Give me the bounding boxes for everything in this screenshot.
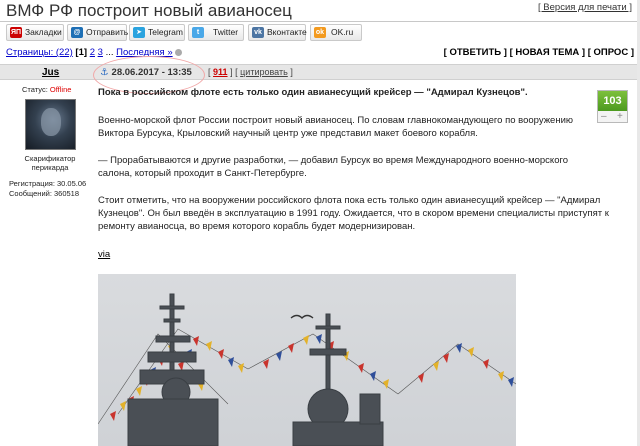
telegram-icon: ➤	[133, 27, 145, 38]
share-button-bookmarks[interactable]: ЯП Закладки	[6, 24, 64, 41]
pager-bar: Страницы: (22) [1] 2 3 ... Последняя » […	[0, 46, 640, 62]
share-button-ok[interactable]: ok OK.ru	[310, 24, 362, 41]
print-version-label[interactable]: [ Версия для печати ]	[538, 2, 632, 13]
yandex-icon: ЯП	[10, 27, 22, 38]
bracket-close: ]	[230, 67, 233, 77]
author-name[interactable]: Jus	[42, 67, 59, 78]
author-sidebar: Статус: Offline Скарификатор перикарда Р…	[0, 82, 96, 446]
share-label: Отправить	[86, 27, 129, 37]
post-links: [ 911 ] [ цитировать ]	[208, 67, 293, 77]
share-bar: ЯП Закладки @ Отправить ➤ Telegram t Twi…	[0, 24, 640, 42]
avatar-face	[41, 108, 61, 136]
vote-up-button[interactable]: +	[617, 111, 623, 122]
author-meta: Регистрация: 30.05.06 Сообщений: 360518	[9, 179, 86, 199]
avatar[interactable]	[25, 99, 76, 150]
new-topic-button[interactable]: [ НОВАЯ ТЕМА ]	[510, 47, 586, 58]
bracket-close: ]	[290, 67, 293, 77]
share-label: OK.ru	[331, 27, 354, 37]
share-label: Telegram	[148, 27, 183, 37]
ok-icon: ok	[314, 27, 326, 38]
mail-icon: @	[71, 27, 83, 38]
twitter-icon: t	[192, 27, 204, 38]
registration-date: Регистрация: 30.05.06	[9, 179, 87, 188]
page-link-2[interactable]: 2	[90, 47, 95, 58]
post-number-link[interactable]: 911	[213, 67, 228, 77]
post-paragraph: — Прорабатываются и другие разработки, —…	[98, 155, 569, 179]
vk-icon: vk	[252, 27, 264, 38]
current-page: [1]	[75, 47, 88, 58]
post-image	[98, 274, 516, 446]
page-link-3[interactable]: 3	[98, 47, 103, 58]
bracket-open: [	[235, 67, 238, 77]
page-header: ВМФ РФ построит новый авианосец [ Версия…	[0, 0, 640, 22]
author-status: Статус: Offline	[22, 85, 71, 94]
post-lead: Пока в российском флоте есть только один…	[98, 87, 528, 98]
poll-button[interactable]: [ ОПРОС ]	[588, 47, 634, 58]
bracket-open: [	[208, 67, 211, 77]
topic-actions: [ ОТВЕТИТЬ ] [ НОВАЯ ТЕМА ] [ ОПРОС ]	[444, 47, 634, 58]
print-version-link[interactable]: [ Версия для печати ]	[538, 2, 632, 13]
warships-photo	[98, 293, 516, 446]
reply-button[interactable]: [ ОТВЕТИТЬ ]	[444, 47, 507, 58]
share-label: Вконтакте	[267, 27, 307, 37]
message-count: Сообщений: 360518	[9, 189, 80, 198]
share-button-telegram[interactable]: ➤ Telegram	[129, 24, 185, 41]
share-label: Закладки	[25, 27, 62, 37]
share-button-send[interactable]: @ Отправить	[67, 24, 129, 41]
settings-icon[interactable]	[175, 48, 183, 56]
post-paragraph: Стоит отметить, что на вооружении россий…	[98, 195, 609, 232]
status-offline: Offline	[49, 85, 72, 94]
rating-value: 103	[598, 91, 627, 111]
rating-widget: 103 – +	[597, 90, 628, 123]
share-label: Twitter	[213, 27, 239, 37]
status-label: Статус:	[22, 85, 48, 94]
vote-down-button[interactable]: –	[601, 111, 607, 122]
share-button-twitter[interactable]: t Twitter	[188, 24, 244, 41]
page-title: ВМФ РФ построит новый авианосец	[6, 1, 292, 20]
post-paragraph: Военно-морской флот России построит новы…	[98, 115, 574, 139]
via-link[interactable]: via	[98, 248, 110, 261]
pager-ellipsis: ...	[105, 47, 114, 58]
share-button-vk[interactable]: vk Вконтакте	[248, 24, 307, 41]
quote-link[interactable]: цитировать	[240, 67, 288, 77]
author-rank: Скарификатор перикарда	[24, 154, 76, 172]
pages-label[interactable]: Страницы: (22)	[6, 47, 73, 58]
